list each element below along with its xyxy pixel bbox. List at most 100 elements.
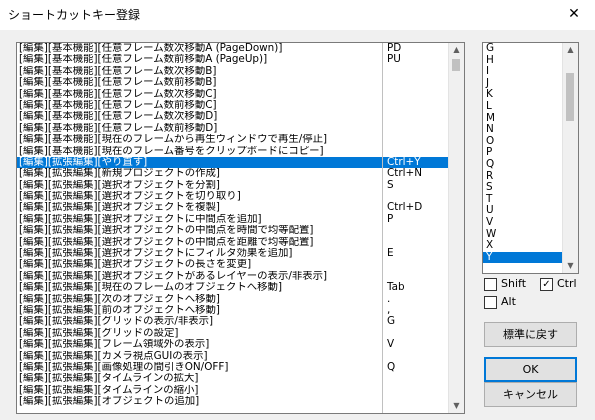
- command-row[interactable]: [編集][拡張編集][オブジェクトの追加]: [17, 396, 464, 407]
- key-item[interactable]: K: [483, 89, 563, 101]
- command-row[interactable]: [編集][拡張編集][選択オブジェクトにフィルタ効果を追加] E: [17, 247, 464, 260]
- command-name: [編集][基本機能][任意フレーム数前移動B]: [19, 77, 217, 89]
- command-name: [編集][拡張編集][やり直す]: [19, 156, 148, 168]
- ctrl-checkbox-box[interactable]: ✓: [540, 278, 553, 291]
- command-row[interactable]: [編集][拡張編集][フレーム領域外の表示] V: [17, 338, 464, 351]
- key-item[interactable]: W: [483, 228, 563, 241]
- command-row[interactable]: [編集][拡張編集][選択オブジェクトの長さを変更]: [17, 259, 464, 270]
- key-item[interactable]: N: [483, 124, 563, 136]
- command-row[interactable]: [編集][拡張編集][画像処理の間引きON/OFF] Q: [17, 360, 464, 373]
- command-row[interactable]: [編集][基本機能][任意フレーム数次移動C]: [17, 89, 464, 100]
- command-name: [編集][拡張編集][選択オブジェクトを分割]: [19, 179, 220, 191]
- scroll-up-arrow-icon[interactable]: ▲: [449, 43, 464, 57]
- key-scroll-thumb[interactable]: [566, 73, 574, 121]
- command-shortcut: G: [387, 315, 396, 328]
- command-name: [編集][基本機能][現在のフレームから再生ウィンドウで再生/停止]: [19, 134, 328, 146]
- shift-checkbox-box[interactable]: [484, 278, 497, 291]
- command-row[interactable]: [編集][基本機能][現在のフレームから再生ウィンドウで再生/停止]: [17, 134, 464, 145]
- key-scroll-up-arrow-icon[interactable]: ▲: [563, 43, 578, 57]
- key-list[interactable]: GHIJKLMNOPQRSTUVWXY ▲ ▼: [482, 42, 579, 274]
- command-row[interactable]: [編集][拡張編集][現在のフレームのオブジェクトへ移動] Tab: [17, 281, 464, 294]
- command-row[interactable]: [編集][拡張編集][選択オブジェクトの中間点を時間で均等配置]: [17, 225, 464, 236]
- ctrl-checkbox[interactable]: ✓ Ctrl: [540, 277, 585, 291]
- command-row[interactable]: [編集][基本機能][任意フレーム数次移動B]: [17, 66, 464, 77]
- command-row[interactable]: [編集][拡張編集][タイムラインの拡大]: [17, 373, 464, 384]
- command-row[interactable]: [編集][基本機能][任意フレーム数前移動D]: [17, 123, 464, 134]
- command-name: [編集][拡張編集][選択オブジェクトの中間点を距離で均等配置]: [19, 236, 314, 248]
- key-item[interactable]: S: [483, 182, 563, 194]
- command-name: [編集][拡張編集][選択オブジェクトに中間点を追加]: [19, 213, 262, 225]
- command-list-scrollbar[interactable]: ▲ ▼: [448, 43, 464, 413]
- key-item[interactable]: T: [483, 193, 563, 206]
- alt-checkbox-label: Alt: [501, 295, 516, 308]
- command-row[interactable]: [編集][拡張編集][次のオブジェクトへ移動].: [17, 293, 464, 305]
- command-row[interactable]: [編集][拡張編集][カメラ視点GUIの表示]: [17, 351, 464, 362]
- command-shortcut: E: [387, 247, 394, 260]
- command-name: [編集][基本機能][任意フレーム数次移動C]: [19, 88, 217, 100]
- key-list-scrollbar[interactable]: ▲ ▼: [562, 43, 578, 273]
- command-shortcut: Ctrl+N: [387, 167, 422, 180]
- shift-checkbox[interactable]: Shift: [484, 277, 534, 291]
- command-row[interactable]: [編集][拡張編集][グリッドの設定]: [17, 328, 464, 339]
- cancel-button[interactable]: キャンセル: [484, 382, 577, 407]
- reset-default-button[interactable]: 標準に戻す: [484, 322, 577, 347]
- command-list[interactable]: [編集][基本機能][任意フレーム数次移動A (PageDown)] PD [編集]…: [16, 42, 465, 414]
- key-item[interactable]: Q: [483, 158, 563, 171]
- command-name: [編集][基本機能][任意フレーム数前移動C]: [19, 99, 217, 111]
- key-item[interactable]: Y: [483, 251, 563, 264]
- key-rows: GHIJKLMNOPQRSTUVWXY: [483, 43, 563, 264]
- key-item[interactable]: R: [483, 170, 563, 183]
- command-row[interactable]: [編集][拡張編集][前のオブジェクトへ移動],: [17, 304, 464, 316]
- command-name: [編集][拡張編集][タイムラインの拡大]: [19, 373, 199, 385]
- key-item[interactable]: P: [483, 147, 563, 159]
- command-name: [編集][基本機能][任意フレーム数前移動D]: [19, 122, 218, 134]
- command-shortcut: V: [387, 338, 395, 351]
- command-name: [編集][拡張編集][選択オブジェクトがあるレイヤーの表示/非表示]: [19, 270, 328, 282]
- command-row[interactable]: [編集][基本機能][任意フレーム数前移動A (PageUp)] PU: [17, 53, 464, 66]
- command-row[interactable]: [編集][拡張編集][選択オブジェクトに中間点を追加] P: [17, 213, 464, 225]
- command-row[interactable]: [編集][基本機能][任意フレーム数次移動D]: [17, 111, 464, 122]
- command-name: [編集][拡張編集][カメラ視点GUIの表示]: [19, 350, 208, 362]
- command-row[interactable]: [編集][拡張編集][新規プロジェクトの作成] Ctrl+N: [17, 167, 464, 180]
- command-row[interactable]: [編集][拡張編集][選択オブジェクトを複製] Ctrl+D: [17, 202, 464, 214]
- command-name: [編集][拡張編集][タイムラインの縮小]: [19, 384, 199, 396]
- command-row[interactable]: [編集][拡張編集][選択オブジェクトの中間点を距離で均等配置]: [17, 237, 464, 248]
- command-row[interactable]: [編集][拡張編集][タイムラインの縮小]: [17, 385, 464, 396]
- close-button[interactable]: ✕: [559, 2, 589, 26]
- key-item[interactable]: L: [483, 100, 563, 113]
- command-row[interactable]: [編集][拡張編集][グリッドの表示/非表示] G: [17, 315, 464, 328]
- key-item[interactable]: H: [483, 54, 563, 67]
- command-name: [編集][拡張編集][グリッドの設定]: [19, 327, 179, 339]
- command-name: [編集][拡張編集][次のオブジェクトへ移動]: [19, 293, 220, 305]
- command-scroll-thumb[interactable]: [452, 59, 460, 71]
- command-name: [編集][拡張編集][選択オブジェクトを複製]: [19, 202, 220, 214]
- column-separator: [382, 43, 383, 413]
- key-item[interactable]: I: [483, 66, 563, 78]
- command-name: [編集][拡張編集][前のオブジェクトへ移動]: [19, 304, 220, 316]
- key-item[interactable]: G: [483, 43, 563, 55]
- alt-checkbox[interactable]: Alt: [484, 295, 529, 309]
- key-item[interactable]: J: [483, 77, 563, 90]
- alt-checkbox-box[interactable]: [484, 296, 497, 309]
- command-shortcut: Tab: [387, 281, 405, 294]
- key-item[interactable]: U: [483, 205, 563, 217]
- key-item[interactable]: V: [483, 216, 563, 229]
- key-item[interactable]: M: [483, 112, 563, 125]
- command-row[interactable]: [編集][拡張編集][選択オブジェクトを分割] S: [17, 179, 464, 191]
- command-rows: [編集][基本機能][任意フレーム数次移動A (PageDown)] PD [編集]…: [17, 43, 464, 408]
- key-item[interactable]: X: [483, 239, 563, 252]
- command-name: [編集][拡張編集][オブジェクトの追加]: [19, 396, 200, 408]
- command-name: [編集][拡張編集][グリッドの表示/非表示]: [19, 316, 214, 328]
- shift-checkbox-label: Shift: [501, 277, 527, 290]
- ok-button[interactable]: OK: [484, 357, 577, 382]
- command-name: [編集][拡張編集][画像処理の間引きON/OFF]: [19, 361, 229, 373]
- command-name: [編集][基本機能][任意フレーム数次移動D]: [19, 111, 218, 123]
- key-item[interactable]: O: [483, 135, 563, 148]
- key-scroll-down-arrow-icon[interactable]: ▼: [563, 259, 578, 273]
- command-name: [編集][基本機能][任意フレーム数前移動A (PageUp)]: [19, 54, 268, 66]
- command-shortcut: Q: [387, 360, 396, 373]
- command-row[interactable]: [編集][基本機能][任意フレーム数前移動C]: [17, 100, 464, 111]
- command-row[interactable]: [編集][基本機能][任意フレーム数前移動B]: [17, 77, 464, 88]
- scroll-down-arrow-icon[interactable]: ▼: [449, 399, 464, 413]
- command-name: [編集][基本機能][任意フレーム数次移動B]: [19, 65, 217, 77]
